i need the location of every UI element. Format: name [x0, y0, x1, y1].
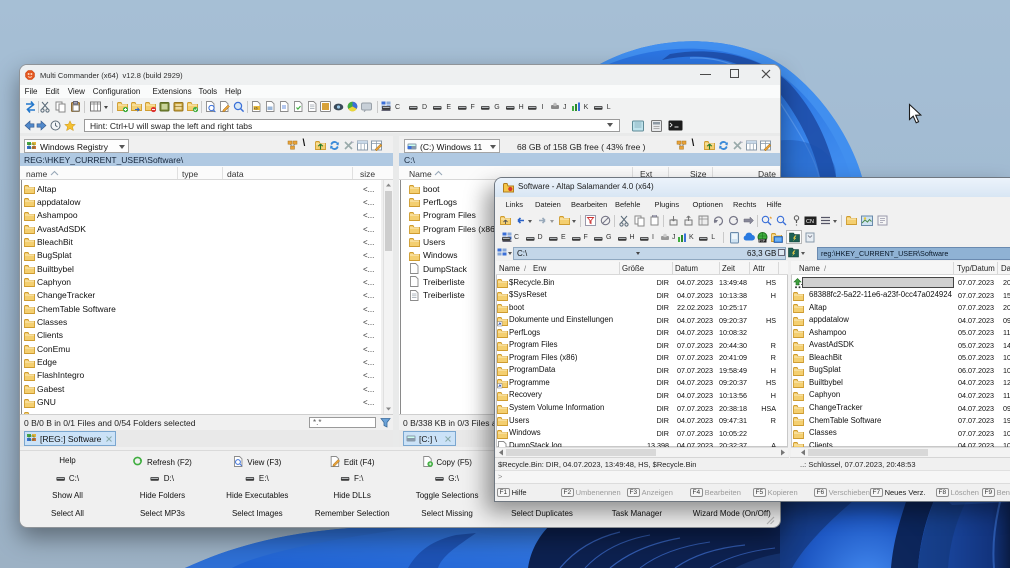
svg-text:kb: kb	[254, 106, 258, 110]
svg-text:CN: CN	[806, 219, 814, 225]
svg-text:FTP: FTP	[759, 239, 765, 243]
